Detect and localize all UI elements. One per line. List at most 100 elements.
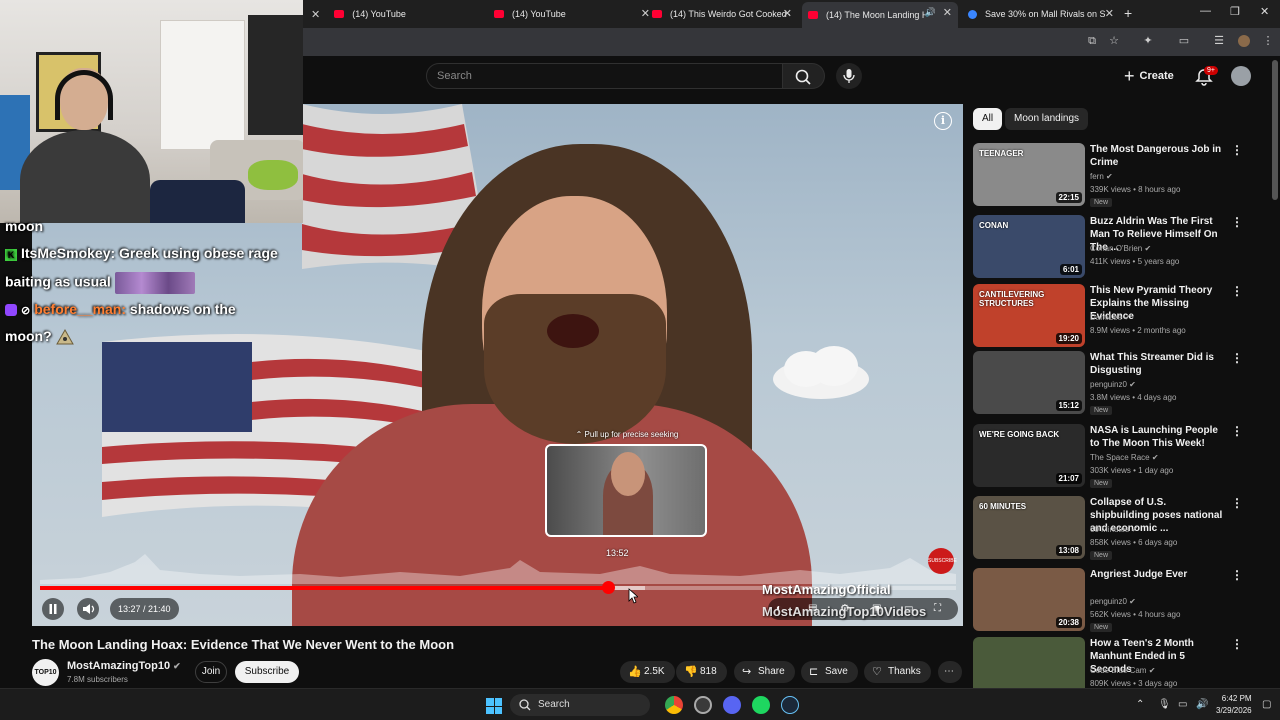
bookmark-icon: ⊏ (809, 666, 819, 678)
thanks-button[interactable]: ♡ Thanks (864, 661, 931, 683)
recommendation-thumbnail[interactable]: WE'RE GOING BACK 21:07 (973, 424, 1085, 487)
seek-preview-thumbnail (545, 444, 707, 537)
join-button[interactable]: Join (195, 661, 227, 683)
voice-search-button[interactable] (836, 63, 862, 89)
more-options-icon[interactable]: ⋮ (1231, 424, 1243, 438)
channel-avatar[interactable]: TOP10 (32, 659, 59, 686)
volume-button[interactable] (77, 598, 99, 620)
recommendation-thumbnail[interactable]: 60 MINUTES 13:08 (973, 496, 1085, 559)
windows-start-icon[interactable] (486, 698, 502, 714)
cloud-graphic (773, 346, 869, 399)
profile-icon[interactable] (1238, 35, 1250, 47)
notification-center-icon[interactable]: ▢ (1262, 699, 1271, 710)
browser-tab[interactable]: ✕ (14) YouTube (305, 3, 465, 25)
close-window-button[interactable]: ✕ (1260, 5, 1269, 18)
browser-tab[interactable]: (14) This Weirdo Got Cooked - ✕ (646, 3, 798, 25)
info-icon[interactable]: i (934, 112, 952, 130)
browser-tab[interactable]: Save 30% on Mall Rivals on Ste ✕ (962, 3, 1120, 25)
chrome-icon[interactable] (665, 696, 683, 714)
recommendation-title[interactable]: What This Streamer Did is Disgusting (1090, 351, 1225, 377)
recommendation-thumbnail[interactable]: CANTILEVERING STRUCTURES 19:20 (973, 284, 1085, 347)
recommendation-channel[interactable]: fern ✔ (1090, 172, 1113, 181)
browser-tab-active[interactable]: (14) The Moon Landing Ho 🔊 ✕ (802, 2, 958, 28)
subscribe-button[interactable]: Subscribe (235, 661, 299, 683)
like-button[interactable]: 👍 2.5K (620, 661, 675, 683)
recommendation-thumbnail[interactable]: 15:12 (973, 351, 1085, 414)
tray-volume-icon[interactable]: 🔊 (1196, 699, 1208, 710)
more-options-icon[interactable]: ⋮ (1231, 351, 1243, 365)
steam-icon[interactable] (781, 696, 799, 714)
share-button[interactable]: ↪ Share (734, 661, 795, 683)
search-input[interactable]: Search (426, 63, 783, 89)
create-button[interactable]: + Create (1118, 63, 1180, 89)
more-options-icon[interactable]: ⋮ (1231, 637, 1243, 651)
chat-message: moon (5, 218, 43, 234)
recommendation-title[interactable]: Angriest Judge Ever (1090, 568, 1225, 581)
more-actions-button[interactable]: ⋯ (938, 661, 962, 683)
chip-moon-landings[interactable]: Moon landings (1005, 108, 1089, 130)
notification-count-badge: 9+ (1204, 66, 1218, 75)
recommendation-channel[interactable]: penguinz0 ✔ (1090, 597, 1136, 606)
maximize-button[interactable]: ❐ (1230, 5, 1240, 18)
speaker-icon[interactable]: 🔊 (925, 7, 936, 18)
subscribe-watermark-icon[interactable]: SUBSCRIBE (928, 548, 957, 574)
chip-all[interactable]: All (973, 108, 1003, 130)
recommendation-channel[interactable]: The Space Race ✔ (1090, 453, 1159, 462)
recommendation-item[interactable]: CONAN 6:01 Buzz Aldrin Was The First Man T… (973, 215, 1253, 281)
more-options-icon[interactable]: ⋮ (1231, 143, 1243, 157)
split-view-icon[interactable]: ▭ (1178, 35, 1190, 47)
recommendation-title[interactable]: NASA is Launching People to The Moon Thi… (1090, 424, 1225, 450)
minimize-button[interactable]: — (1200, 5, 1211, 17)
recommendation-channel[interactable]: DamiLee ✔ (1090, 313, 1131, 322)
recommendation-channel[interactable]: Code Blue Cam ✔ (1090, 666, 1155, 675)
more-options-icon[interactable]: ⋮ (1231, 496, 1243, 510)
close-tab-icon[interactable]: ✕ (783, 7, 792, 20)
reading-list-icon[interactable]: ☰ (1213, 35, 1225, 47)
discord-icon[interactable] (723, 696, 741, 714)
microphone-icon (843, 69, 855, 83)
scrollbar[interactable] (1272, 60, 1278, 200)
tray-mic-icon[interactable]: 🎙 (1158, 699, 1171, 710)
dislike-button[interactable]: 👎 818 (676, 661, 727, 683)
more-options-icon[interactable]: ⋮ (1231, 568, 1243, 582)
recommendation-thumbnail[interactable]: TEENAGER 22:15 (973, 143, 1085, 206)
extensions-icon[interactable]: ✦ (1142, 35, 1154, 47)
new-tab-button[interactable]: + (1124, 5, 1132, 21)
close-tab-icon[interactable]: ✕ (1105, 7, 1114, 20)
channel-name[interactable]: MostAmazingTop10 ✔ (67, 660, 181, 672)
bookmark-star-icon[interactable]: ☆ (1108, 35, 1120, 47)
more-options-icon[interactable]: ⋮ (1231, 284, 1243, 298)
thumbs-down-icon: 👎 (684, 666, 698, 678)
more-options-icon[interactable]: ⋮ (1231, 215, 1243, 229)
taskbar-search[interactable]: Search (510, 694, 650, 716)
recommendation-thumbnail[interactable]: CONAN 6:01 (973, 215, 1085, 278)
recommendation-item[interactable]: 15:12 What This Streamer Did is Disgustin… (973, 351, 1253, 417)
install-app-icon[interactable]: ⧉ (1086, 35, 1098, 47)
fullscreen-icon[interactable]: ⛶ (934, 603, 941, 614)
tray-overflow-icon[interactable]: ⌃ (1136, 699, 1144, 710)
recommendation-item[interactable]: WE'RE GOING BACK 21:07 NASA is Launching P… (973, 424, 1253, 490)
close-tab-icon[interactable]: ✕ (943, 6, 952, 19)
recommendation-channel[interactable]: penguinz0 ✔ (1090, 380, 1136, 389)
recommendation-item[interactable]: 60 MINUTES 13:08 Collapse of U.S. shipbuil… (973, 496, 1253, 562)
browser-tab[interactable]: (14) YouTube ✕ (488, 3, 650, 25)
recommendation-item[interactable]: CANTILEVERING STRUCTURES 19:20 This New Py… (973, 284, 1253, 350)
recommendation-item[interactable]: 20:38 Angriest Judge Ever penguinz0 ✔ 562K … (973, 568, 1253, 634)
search-button[interactable] (783, 63, 825, 89)
save-button[interactable]: ⊏ Save (801, 661, 858, 683)
browser-menu-icon[interactable]: ⋮ (1262, 35, 1274, 47)
video-duration: 15:12 (1055, 400, 1082, 411)
recommendation-title[interactable]: The Most Dangerous Job in Crime (1090, 143, 1225, 169)
close-tab-icon[interactable]: ✕ (311, 8, 320, 21)
progress-scrubber-handle[interactable] (601, 581, 615, 594)
recommendation-channel[interactable]: Conan O'Brien ✔ (1090, 244, 1151, 253)
pause-button[interactable] (42, 598, 64, 620)
spotify-icon[interactable] (752, 696, 770, 714)
tray-network-icon[interactable]: ▭ (1178, 699, 1187, 710)
recommendation-item[interactable]: TEENAGER 22:15 The Most Dangerous Job in C… (973, 143, 1253, 209)
recommendation-thumbnail[interactable]: 20:38 (973, 568, 1085, 631)
recommendation-channel[interactable]: 60 Minutes ✔ (1090, 525, 1138, 534)
account-avatar[interactable] (1231, 66, 1251, 86)
taskbar-clock[interactable]: 6:42 PM 3/29/2026 (1216, 693, 1252, 717)
obs-icon[interactable] (694, 696, 712, 714)
